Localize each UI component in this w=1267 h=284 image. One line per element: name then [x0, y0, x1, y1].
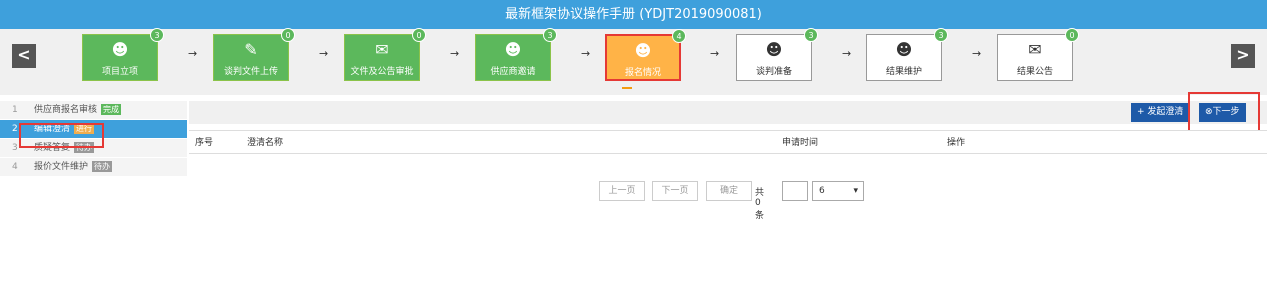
highlight-box [1188, 92, 1260, 132]
sidebar-item-quote-maintenance[interactable]: 4 报价文件维护 待办 [0, 158, 187, 177]
prev-page-button[interactable]: 上一页 [599, 181, 645, 201]
status-badge: 待办 [92, 161, 113, 172]
step-count-badge: 0 [1065, 28, 1079, 42]
current-step-indicator [622, 87, 632, 89]
step-negotiation-prep[interactable]: ☻ 谈判准备 3 [736, 28, 818, 81]
arrow-icon: → [710, 47, 720, 60]
column-header: 澄清名称 [247, 138, 284, 148]
status-badge: 完成 [101, 104, 122, 115]
page-number-input[interactable] [782, 181, 808, 201]
arrow-icon: → [319, 47, 329, 60]
page-size-select[interactable]: 6 ▾ [812, 181, 864, 201]
confirm-page-button[interactable]: 确定 [706, 181, 752, 201]
arrow-icon: → [450, 47, 460, 60]
step-approval[interactable]: ✉ 文件及公告审批 0 [344, 28, 426, 81]
person-icon: ☻ [111, 40, 129, 59]
step-count-badge: 3 [150, 28, 164, 42]
step-result-maintenance[interactable]: ☻ 结果维护 3 [866, 28, 948, 81]
start-clarify-button[interactable]: + 发起澄清 [1131, 103, 1190, 122]
step-count-badge: 0 [412, 28, 426, 42]
envelope-icon: ✉ [1028, 40, 1042, 59]
pencil-icon: ✎ [244, 40, 258, 59]
toolbar: + 发起澄清 ⊗下一步 [189, 101, 1267, 124]
step-bar: < ☻ 项目立项 3 → ✎ 谈判文件上传 0 → ✉ 文件及公告审批 0 → … [0, 28, 1267, 95]
arrow-icon: → [972, 47, 982, 60]
column-header: 申请时间 [782, 138, 819, 148]
step-registration[interactable]: ☻ 报名情况 4 [605, 29, 686, 81]
column-header: 操作 [947, 138, 966, 148]
arrow-icon: → [188, 47, 198, 60]
next-page-button[interactable]: 下一页 [652, 181, 698, 201]
step-count-badge: 0 [281, 28, 295, 42]
step-doc-upload[interactable]: ✎ 谈判文件上传 0 [213, 28, 295, 81]
sidebar-item-supplier-review[interactable]: 1 供应商报名审核 完成 [0, 101, 187, 120]
person-icon: ☻ [634, 41, 652, 60]
highlight-box [19, 123, 104, 148]
step-count-badge: 3 [804, 28, 818, 42]
step-count-badge: 3 [543, 28, 557, 42]
next-arrow-button[interactable]: > [1231, 44, 1255, 68]
total-count: 共0条 [755, 188, 765, 221]
step-project-setup[interactable]: ☻ 项目立项 3 [82, 28, 164, 81]
plus-icon: + [1137, 107, 1148, 117]
arrow-icon: → [842, 47, 852, 60]
arrow-icon: → [581, 47, 591, 60]
stamp-icon: ✉ [375, 40, 389, 59]
column-header: 序号 [195, 138, 214, 148]
step-result-notice[interactable]: ✉ 结果公告 0 [997, 28, 1079, 81]
person-icon: ☻ [895, 40, 913, 59]
person-icon: ☻ [504, 40, 522, 59]
step-count-badge: 3 [934, 28, 948, 42]
prev-arrow-button[interactable]: < [12, 44, 36, 68]
page-title: 最新框架协议操作手册 (YDJT2019090081) [0, 0, 1267, 29]
table-header: 序号 澄清名称 申请时间 操作 [189, 130, 1267, 154]
step-count-badge: 4 [672, 29, 686, 43]
step-supplier-invite[interactable]: ☻ 供应商邀请 3 [475, 28, 557, 81]
person-icon: ☻ [765, 40, 783, 59]
chevron-down-icon: ▾ [853, 186, 858, 196]
